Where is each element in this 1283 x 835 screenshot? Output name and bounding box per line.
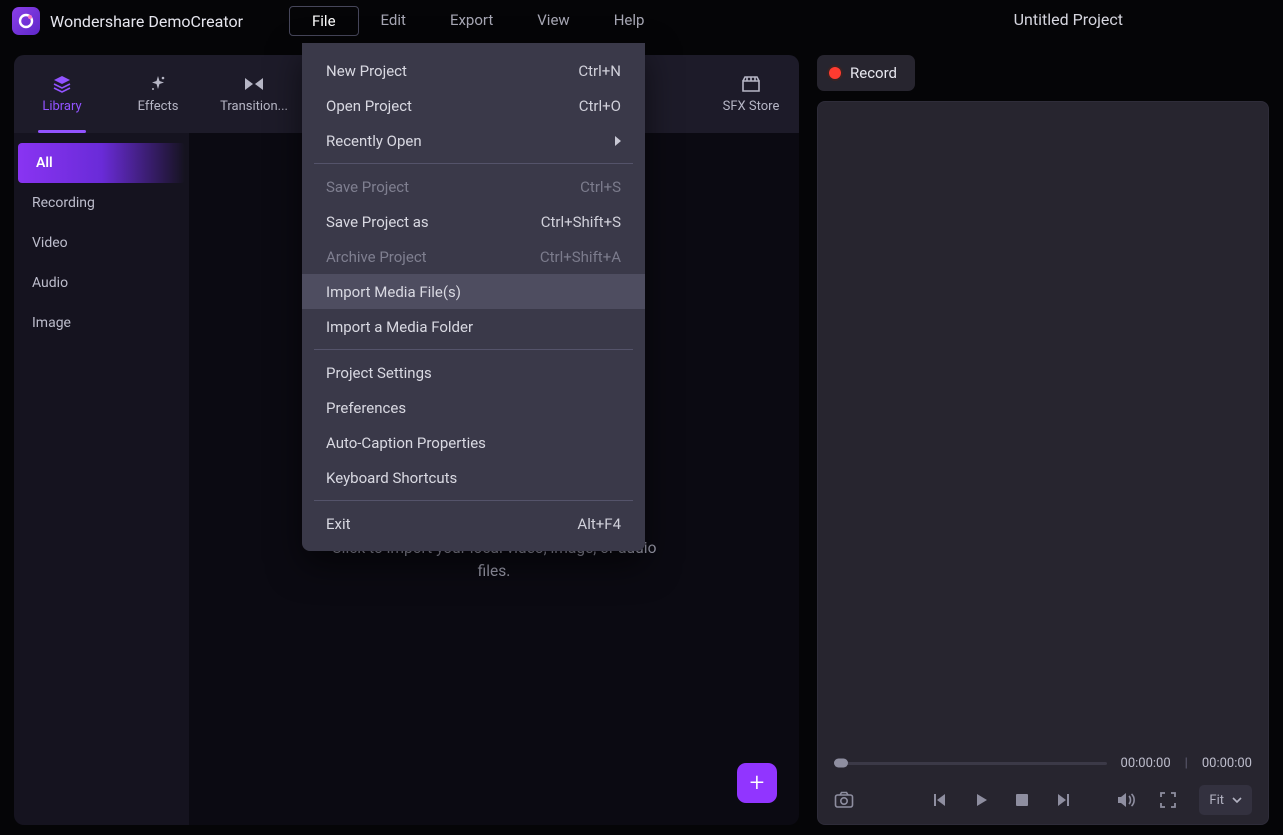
- file-menu-new-project[interactable]: New Project Ctrl+N: [302, 53, 645, 88]
- zoom-fit-select[interactable]: Fit: [1199, 785, 1252, 815]
- preview-panel: Record 00:00:00 | 00:00:00: [817, 55, 1269, 825]
- time-current: 00:00:00: [1121, 756, 1171, 771]
- video-preview: [818, 102, 1268, 750]
- zoom-fit-label: Fit: [1209, 793, 1224, 808]
- app-title: Wondershare DemoCreator: [50, 12, 243, 31]
- menu-item-shortcut: Alt+F4: [577, 515, 621, 533]
- menu-item-label: Open Project: [326, 97, 412, 115]
- sidebar-item-label: All: [36, 155, 53, 171]
- menu-separator: [314, 500, 633, 501]
- menu-item-label: Archive Project: [326, 248, 427, 266]
- file-menu-auto-caption-properties[interactable]: Auto-Caption Properties: [302, 425, 645, 460]
- sidebar-item-audio[interactable]: Audio: [14, 263, 189, 303]
- sidebar-item-label: Audio: [32, 275, 68, 291]
- menu-item-label: Keyboard Shortcuts: [326, 469, 457, 487]
- file-menu-open-project[interactable]: Open Project Ctrl+O: [302, 88, 645, 123]
- sidebar-item-all[interactable]: All: [18, 143, 185, 183]
- menu-items: File Edit Export View Help: [289, 6, 666, 36]
- fullscreen-button[interactable]: [1158, 790, 1177, 810]
- menu-export[interactable]: Export: [428, 6, 515, 36]
- file-menu-import-media-folder[interactable]: Import a Media Folder: [302, 309, 645, 344]
- progress-track[interactable]: [834, 762, 1107, 765]
- menu-item-label: Import Media File(s): [326, 283, 461, 301]
- menu-item-label: Recently Open: [326, 132, 422, 150]
- bowtie-icon: [244, 75, 264, 93]
- controls-row: Fit: [818, 776, 1268, 824]
- menu-item-label: Save Project as: [326, 213, 429, 231]
- add-media-button[interactable]: +: [737, 763, 777, 803]
- tab-library[interactable]: Library: [14, 55, 110, 133]
- file-menu-import-media-files[interactable]: Import Media File(s): [302, 274, 645, 309]
- submenu-caret-icon: [615, 136, 621, 146]
- tab-label: Effects: [138, 99, 179, 114]
- menu-item-label: Exit: [326, 515, 351, 533]
- tab-sfx-store[interactable]: SFX Store: [703, 55, 799, 133]
- menu-item-label: New Project: [326, 62, 407, 80]
- record-label: Record: [850, 64, 897, 82]
- file-menu-archive-project: Archive Project Ctrl+Shift+A: [302, 239, 645, 274]
- play-button[interactable]: [971, 790, 990, 810]
- menu-item-label: Auto-Caption Properties: [326, 434, 486, 452]
- file-menu-recently-open[interactable]: Recently Open: [302, 123, 645, 158]
- tab-label: Transition...: [220, 99, 288, 114]
- menu-item-shortcut: Ctrl+Shift+A: [540, 248, 621, 266]
- time-total: 00:00:00: [1202, 756, 1252, 771]
- menu-item-shortcut: Ctrl+N: [578, 62, 621, 80]
- time-separator: |: [1185, 756, 1188, 771]
- layers-icon: [52, 75, 72, 93]
- progress-row: 00:00:00 | 00:00:00: [818, 750, 1268, 776]
- tab-label: Library: [42, 99, 81, 114]
- menu-help[interactable]: Help: [592, 6, 667, 36]
- record-dot-icon: [829, 67, 841, 79]
- tab-transition[interactable]: Transition...: [206, 55, 302, 133]
- preview-box: 00:00:00 | 00:00:00: [817, 101, 1269, 825]
- menu-separator: [314, 163, 633, 164]
- sidebar-item-label: Video: [32, 235, 68, 251]
- file-menu-project-settings[interactable]: Project Settings: [302, 355, 645, 390]
- sidebar-item-recording[interactable]: Recording: [14, 183, 189, 223]
- sparkle-icon: [148, 75, 168, 93]
- menu-edit[interactable]: Edit: [359, 6, 428, 36]
- menu-item-label: Save Project: [326, 178, 409, 196]
- menu-item-label: Preferences: [326, 399, 406, 417]
- prev-frame-button[interactable]: [930, 790, 949, 810]
- menubar: Wondershare DemoCreator File Edit Export…: [0, 0, 1283, 42]
- menu-item-shortcut: Ctrl+S: [580, 178, 621, 196]
- menu-item-label: Project Settings: [326, 364, 432, 382]
- project-title: Untitled Project: [1014, 10, 1123, 29]
- sidebar-item-image[interactable]: Image: [14, 303, 189, 343]
- file-menu-save-project: Save Project Ctrl+S: [302, 169, 645, 204]
- volume-button[interactable]: [1116, 790, 1136, 810]
- menu-view[interactable]: View: [515, 6, 591, 36]
- store-icon: [741, 75, 761, 93]
- menu-item-label: Import a Media Folder: [326, 318, 473, 336]
- tab-effects[interactable]: Effects: [110, 55, 206, 133]
- file-menu-preferences[interactable]: Preferences: [302, 390, 645, 425]
- file-menu-save-project-as[interactable]: Save Project as Ctrl+Shift+S: [302, 204, 645, 239]
- snapshot-button[interactable]: [834, 790, 854, 810]
- chevron-down-icon: [1232, 797, 1242, 803]
- plus-icon: +: [750, 768, 765, 798]
- library-sidebar: All Recording Video Audio Image: [14, 133, 189, 825]
- menu-file[interactable]: File: [289, 6, 359, 36]
- stop-button[interactable]: [1012, 790, 1031, 810]
- sidebar-item-label: Recording: [32, 195, 95, 211]
- tab-label: SFX Store: [723, 99, 780, 114]
- menu-item-shortcut: Ctrl+O: [579, 97, 621, 115]
- file-menu-keyboard-shortcuts[interactable]: Keyboard Shortcuts: [302, 460, 645, 495]
- file-menu-exit[interactable]: Exit Alt+F4: [302, 506, 645, 541]
- next-frame-button[interactable]: [1053, 790, 1072, 810]
- record-button[interactable]: Record: [817, 55, 915, 91]
- sidebar-item-label: Image: [32, 315, 71, 331]
- file-menu-dropdown: New Project Ctrl+N Open Project Ctrl+O R…: [302, 43, 645, 551]
- menu-separator: [314, 349, 633, 350]
- sidebar-item-video[interactable]: Video: [14, 223, 189, 263]
- menu-item-shortcut: Ctrl+Shift+S: [541, 213, 621, 231]
- progress-thumb[interactable]: [834, 759, 848, 768]
- app-logo-icon: [12, 7, 40, 35]
